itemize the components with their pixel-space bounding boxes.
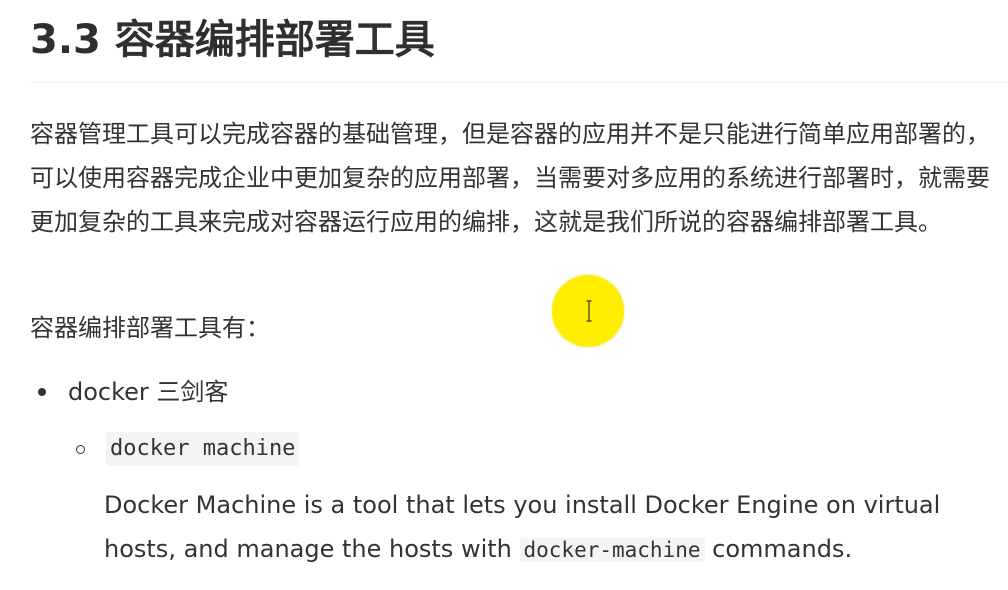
intro-paragraph: 容器管理工具可以完成容器的基础管理，但是容器的应用并不是只能进行简单应用部署的，… <box>30 120 990 236</box>
heading-divider <box>30 82 1008 83</box>
list-lead-text: 容器编排部署工具有： <box>30 314 270 342</box>
sub-item-code: docker machine <box>106 432 300 466</box>
inline-code: docker-machine <box>519 538 705 562</box>
description-text-end: commands. <box>704 535 853 563</box>
section-heading: 3.3 容器编排部署工具 <box>30 17 435 63</box>
list-item: docker 三剑客 <box>30 370 228 414</box>
bullet-circle-icon <box>76 444 85 454</box>
text-cursor-icon <box>586 300 592 322</box>
list-item-label: docker 三剑客 <box>68 378 229 406</box>
sub-list-item: docker machine <box>30 427 300 471</box>
sub-item-description: Docker Machine is a tool that lets you i… <box>104 483 1004 572</box>
bullet-disc-icon <box>38 388 46 396</box>
